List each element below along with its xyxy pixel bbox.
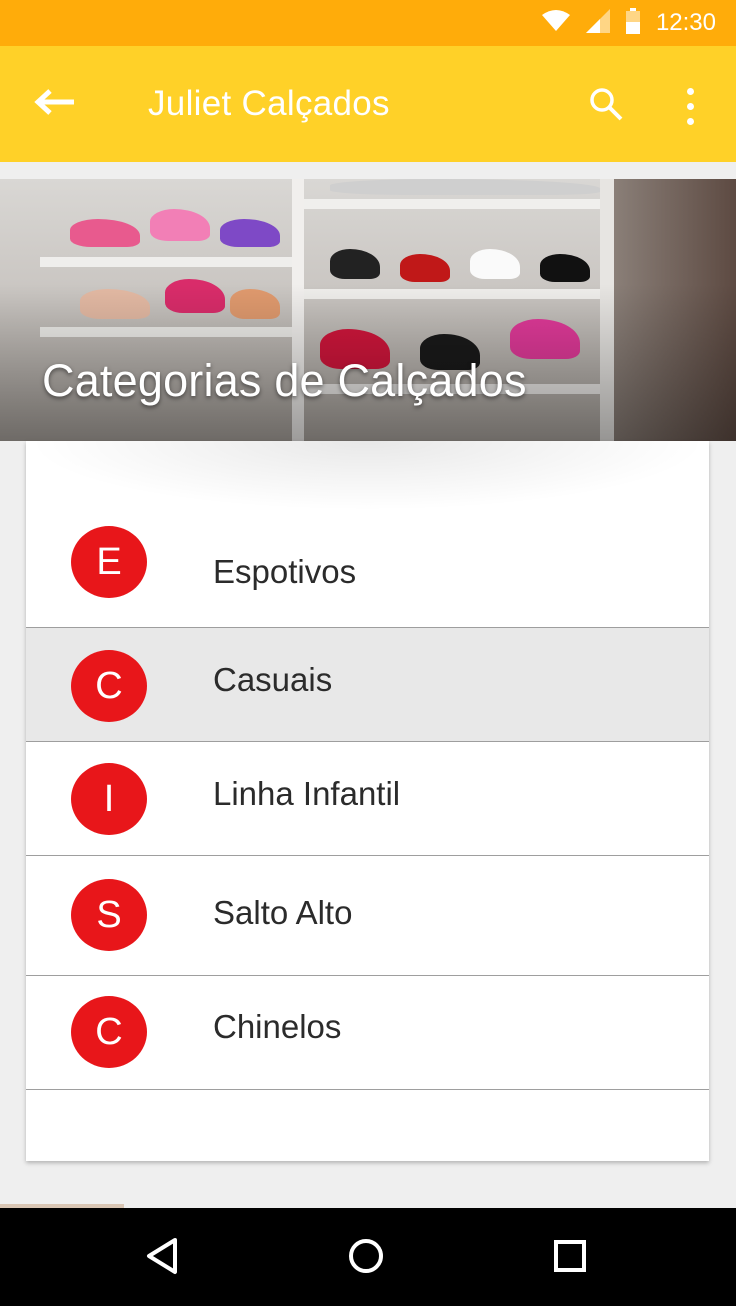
category-label: Chinelos — [213, 1008, 342, 1045]
header-image: Categorias de Calçados — [0, 179, 736, 441]
back-arrow-icon — [34, 88, 74, 120]
category-label: Linha Infantil — [213, 775, 401, 812]
recents-square-icon — [553, 1239, 587, 1278]
category-card: E Espotivos C Casuais I Linha Infantil S… — [26, 441, 709, 1161]
back-triangle-icon — [145, 1237, 179, 1280]
more-vert-icon-dot — [686, 102, 694, 110]
category-item-salto-alto[interactable]: S Salto Alto — [26, 856, 709, 976]
category-avatar: C — [71, 650, 147, 722]
home-circle-icon — [347, 1237, 385, 1280]
category-item-linha-infantil[interactable]: I Linha Infantil — [26, 742, 709, 856]
system-nav-bar — [0, 1208, 736, 1306]
signal-icon — [585, 8, 610, 38]
nav-recents-button[interactable] — [540, 1228, 600, 1288]
category-label: Casuais — [213, 661, 333, 698]
category-avatar: I — [71, 763, 147, 835]
nav-home-button[interactable] — [336, 1228, 396, 1288]
back-button[interactable] — [28, 82, 80, 126]
category-item-casuais[interactable]: C Casuais — [26, 627, 709, 742]
search-icon — [589, 87, 623, 126]
status-bar: 12:30 — [0, 0, 736, 46]
category-item-espotivos[interactable]: E Espotivos — [26, 441, 709, 628]
category-avatar: E — [71, 526, 147, 598]
wifi-icon — [541, 9, 570, 37]
category-item-chinelos[interactable]: C Chinelos — [26, 976, 709, 1090]
battery-icon — [625, 7, 640, 39]
more-options-button[interactable] — [668, 82, 712, 130]
more-vert-icon-dot — [686, 87, 694, 95]
app-bar: Juliet Calçados — [0, 46, 736, 162]
category-avatar: S — [71, 879, 147, 951]
status-time: 12:30 — [655, 9, 716, 36]
category-label: Salto Alto — [213, 894, 353, 931]
search-button[interactable] — [582, 82, 630, 130]
header-title: Categorias de Calçados — [42, 355, 527, 406]
more-vert-icon-dot — [686, 117, 694, 125]
category-label: Espotivos — [213, 553, 357, 590]
nav-back-button[interactable] — [132, 1228, 192, 1288]
category-avatar: C — [71, 996, 147, 1068]
app-title: Juliet Calçados — [148, 84, 390, 123]
